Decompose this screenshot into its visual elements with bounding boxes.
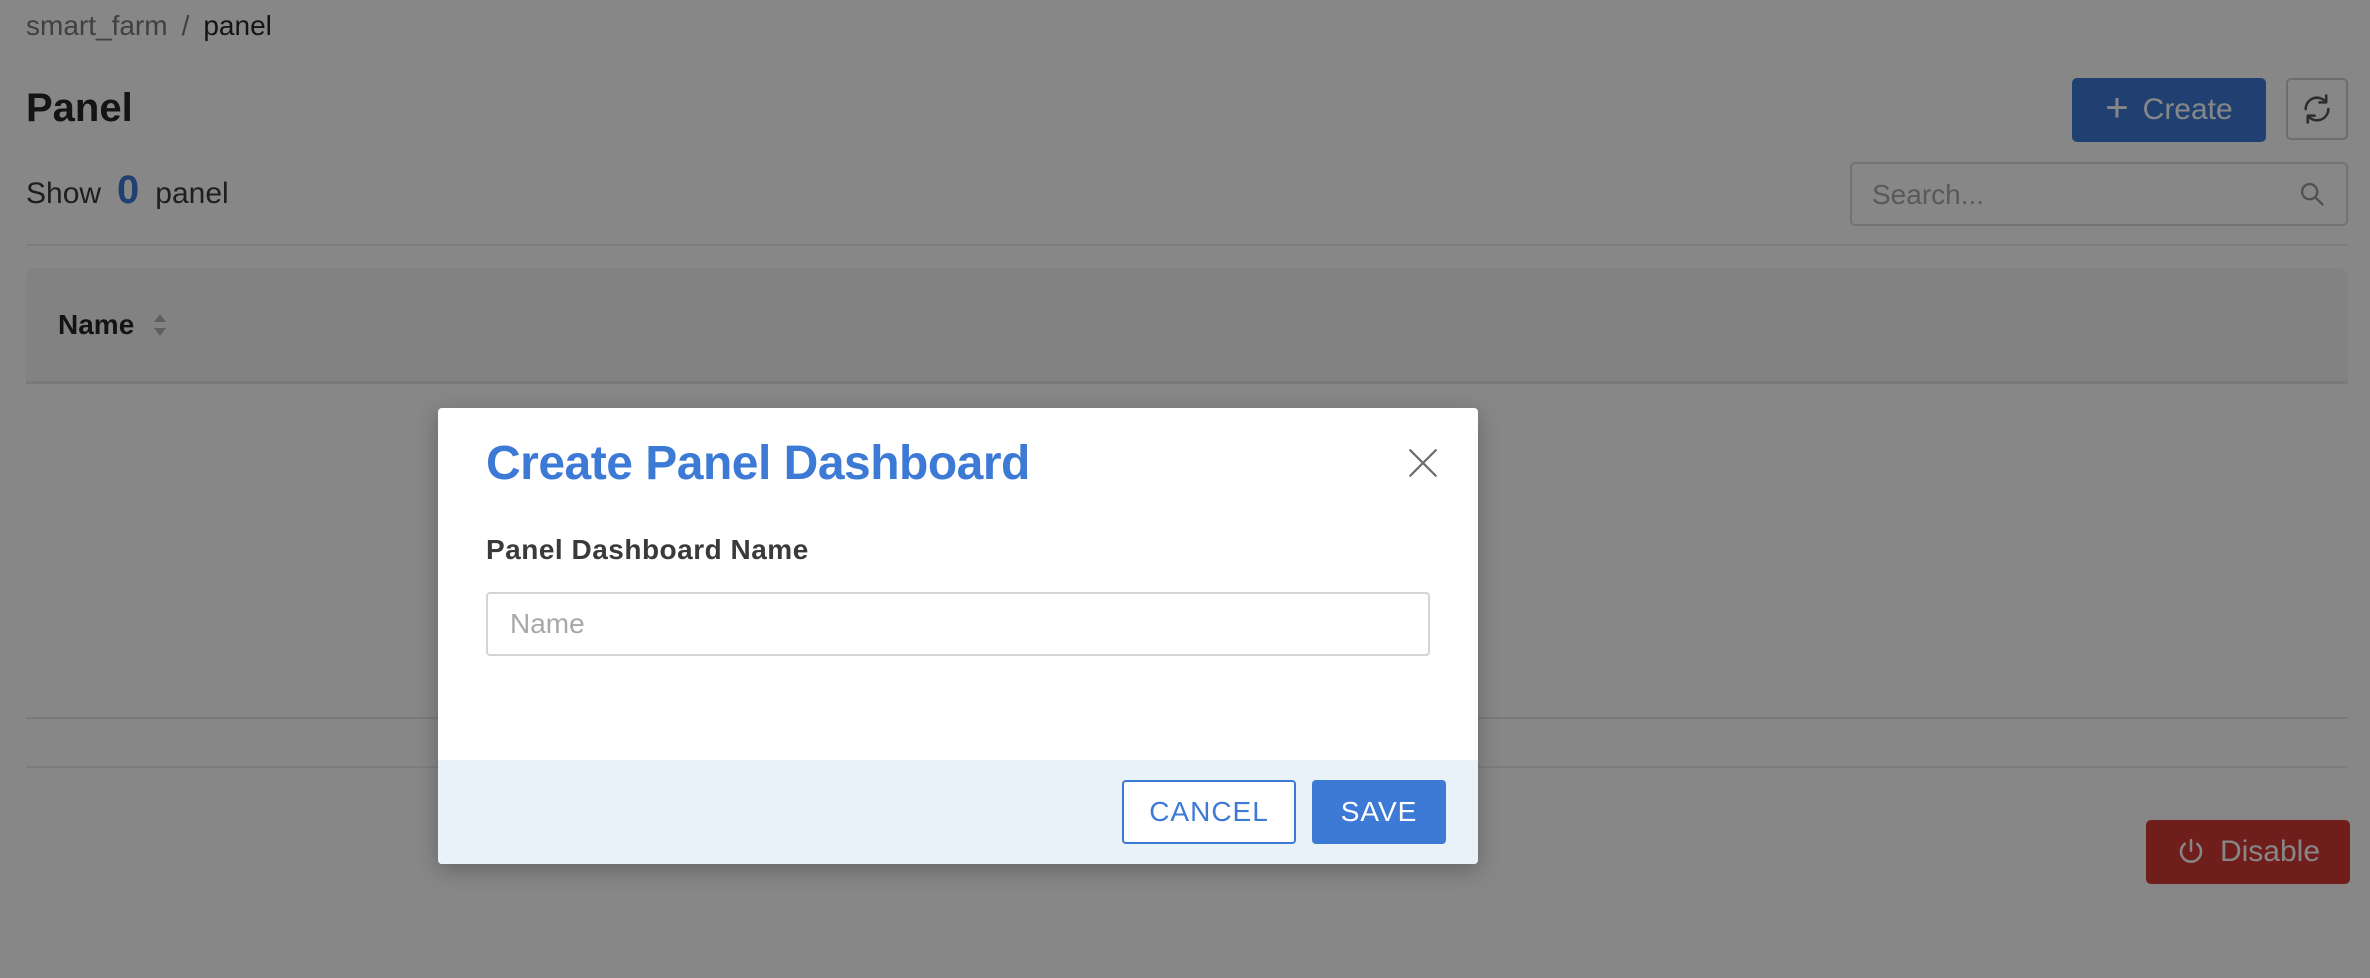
field-label: Panel Dashboard Name [486, 534, 809, 565]
panel-dashboard-name-input[interactable] [486, 592, 1430, 656]
modal-footer: CANCEL SAVE [438, 760, 1478, 864]
create-panel-dashboard-dialog: Create Panel Dashboard Panel Dashboard N… [438, 408, 1478, 864]
close-icon[interactable] [1406, 446, 1440, 480]
cancel-button[interactable]: CANCEL [1122, 780, 1296, 844]
modal-title: Create Panel Dashboard [486, 437, 1030, 490]
save-button[interactable]: SAVE [1312, 780, 1446, 844]
